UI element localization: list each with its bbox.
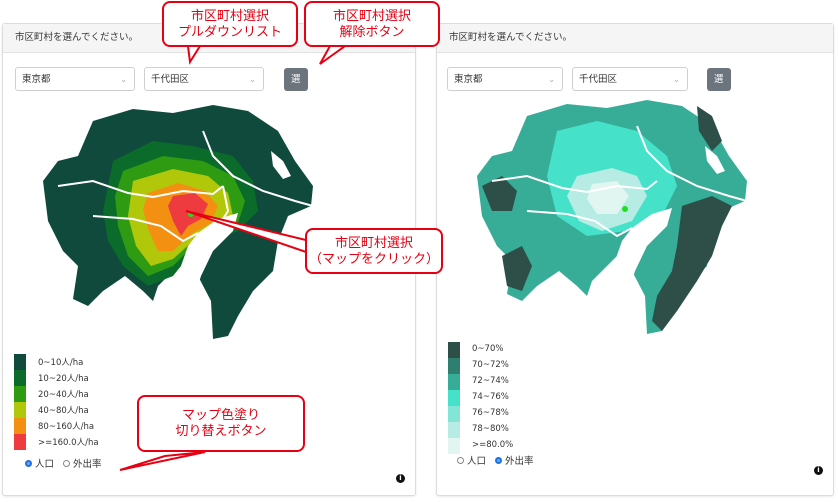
legend-swatch — [14, 418, 26, 434]
legend-label: 70~72% — [472, 360, 509, 370]
callout-line: 市区町村選択 — [334, 236, 413, 251]
legend-label: 40~80人/ha — [38, 406, 89, 416]
legend-swatch — [448, 406, 460, 422]
radio-label: 外出率 — [73, 459, 102, 470]
callout-line: 切り替えボタン — [175, 424, 267, 439]
legend-swatch — [448, 390, 460, 406]
callout-dropdown: 市区町村選択 プルダウンリスト — [162, 1, 298, 47]
prefecture-select-value: 東京都 — [22, 74, 51, 85]
city-select-value: 千代田区 — [579, 74, 618, 85]
callout-line: マップ色塗り — [181, 408, 260, 423]
clear-selection-button[interactable]: 選択解除 — [707, 68, 731, 154]
radio-outing-rate[interactable]: 外出率 — [63, 456, 102, 470]
chevron-down-icon: ⌄ — [120, 75, 127, 84]
legend-label: >=80.0% — [472, 440, 514, 450]
radio-indicator[interactable] — [25, 459, 32, 467]
callout-line: 市区町村選択 — [190, 9, 269, 24]
radio-label: 人口 — [35, 459, 55, 470]
callout-line: （マップをクリック） — [308, 252, 439, 267]
outing-rate-choropleth-map[interactable] — [467, 96, 757, 336]
legend-swatch — [448, 438, 460, 454]
prefecture-select-value: 東京都 — [454, 74, 483, 85]
radio-population[interactable]: 人口 — [25, 456, 54, 470]
radio-label: 外出率 — [505, 456, 534, 467]
callout-line: 市区町村選択 — [332, 9, 411, 24]
legend-swatch — [14, 386, 26, 402]
legend-label: 10~20人/ha — [38, 374, 89, 384]
map-regions[interactable] — [43, 105, 314, 339]
legend-label: 76~78% — [472, 408, 509, 418]
radio-label: 人口 — [467, 456, 487, 467]
selected-city-marker[interactable] — [622, 206, 628, 212]
chevron-down-icon: ⌄ — [548, 75, 555, 84]
chevron-down-icon: ⌄ — [249, 75, 256, 84]
legend-swatch — [448, 374, 460, 390]
legend-label: 72~74% — [472, 376, 509, 386]
panel-header: 市区町村を選んでください。 — [437, 24, 833, 53]
city-select[interactable]: 千代田区 ⌄ — [572, 67, 688, 91]
info-icon[interactable]: i — [814, 466, 823, 475]
callout-color-toggle: マップ色塗り 切り替えボタン — [137, 395, 305, 452]
radio-indicator[interactable] — [63, 459, 71, 467]
legend-label: >=160.0人/ha — [38, 438, 99, 448]
clear-selection-button[interactable]: 選択解除 — [284, 68, 308, 154]
info-icon[interactable]: i — [396, 474, 405, 483]
radio-population[interactable]: 人口 — [457, 453, 486, 467]
legend-swatch — [14, 434, 26, 450]
legend-swatch — [14, 370, 26, 386]
city-select-value: 千代田区 — [151, 74, 190, 85]
map-color-toggle: 人口 外出率 — [25, 456, 108, 470]
prefecture-select[interactable]: 東京都 ⌄ — [15, 67, 135, 91]
callout-line: 解除ボタン — [339, 25, 405, 40]
legend-swatch — [448, 422, 460, 438]
radio-indicator[interactable] — [495, 456, 503, 464]
legend-label: 78~80% — [472, 424, 509, 434]
city-select[interactable]: 千代田区 ⌄ — [144, 67, 264, 91]
legend-swatch — [448, 342, 460, 358]
chevron-down-icon: ⌄ — [673, 75, 680, 84]
prefecture-select[interactable]: 東京都 ⌄ — [447, 67, 563, 91]
radio-indicator[interactable] — [457, 456, 464, 464]
callout-line: プルダウンリスト — [177, 25, 282, 40]
legend-swatch — [14, 354, 26, 370]
map-color-toggle: 人口 外出率 — [457, 453, 540, 467]
legend-swatch — [448, 358, 460, 374]
outing-rate-panel: 市区町村を選んでください。 東京都 ⌄ 千代田区 ⌄ 選択解除 — [436, 23, 834, 496]
callout-map-click: 市区町村選択 （マップをクリック） — [305, 228, 443, 274]
map-regions[interactable] — [477, 100, 748, 334]
selected-city-marker[interactable] — [188, 211, 194, 217]
legend-label: 0~10人/ha — [38, 358, 84, 368]
legend-label: 0~70% — [472, 344, 504, 354]
callout-clear-button: 市区町村選択 解除ボタン — [304, 1, 440, 47]
legend-label: 74~76% — [472, 392, 509, 402]
legend-label: 80~160人/ha — [38, 422, 95, 432]
population-choropleth-map[interactable] — [33, 101, 323, 341]
radio-outing-rate[interactable]: 外出率 — [495, 453, 534, 467]
legend-label: 20~40人/ha — [38, 390, 89, 400]
legend-swatch — [14, 402, 26, 418]
